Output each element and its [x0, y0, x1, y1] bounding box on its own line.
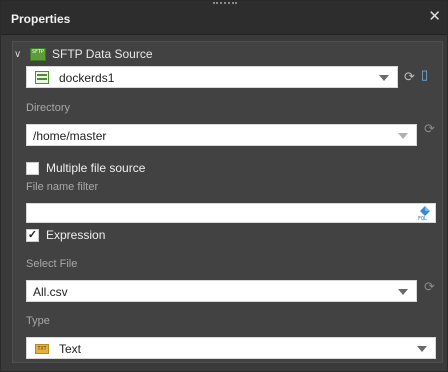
expression-label: Expression	[46, 228, 106, 242]
select-file-value: All.csv	[33, 285, 68, 299]
dropdown-arrow-icon[interactable]	[398, 133, 408, 139]
select-file-select[interactable]: All.csv	[26, 280, 417, 302]
expression-row[interactable]: ✓ Expression	[26, 228, 105, 242]
panel-title: Properties	[11, 12, 71, 26]
sftp-icon: SFTP	[30, 47, 46, 61]
multiple-file-source-row[interactable]: Multiple file source	[26, 161, 145, 175]
expression-checkbox[interactable]: ✓	[26, 228, 39, 242]
panel-content	[12, 41, 443, 363]
refresh-icon[interactable]: ⟳	[424, 279, 435, 295]
dropdown-arrow-icon[interactable]	[417, 346, 427, 352]
multiple-file-source-checkbox[interactable]	[26, 161, 39, 175]
type-value: Text	[59, 342, 82, 356]
dropdown-arrow-icon[interactable]	[398, 289, 408, 295]
section-title: SFTP Data Source	[52, 47, 153, 61]
text-type-icon: TXT	[35, 344, 49, 354]
directory-select[interactable]: /home/master	[26, 124, 417, 146]
file-name-filter-label: File name filter	[26, 181, 99, 193]
add-datasource-icon[interactable]: ▯	[421, 67, 428, 83]
datasource-select[interactable]: dockerds1	[26, 66, 398, 88]
select-file-label: Select File	[26, 258, 78, 270]
section-header-sftp[interactable]: ∨ SFTP SFTP Data Source	[14, 47, 153, 61]
chevron-down-icon[interactable]: ∨	[14, 49, 24, 60]
drag-grip[interactable]	[213, 2, 237, 5]
type-select[interactable]: TXT Text	[26, 337, 436, 359]
datasource-value: dockerds1	[59, 71, 115, 85]
close-icon[interactable]: ✕	[428, 9, 441, 25]
type-label: Type	[26, 315, 50, 327]
refresh-icon[interactable]: ⟳	[424, 121, 435, 137]
directory-label: Directory	[26, 102, 71, 114]
expression-editor-icon[interactable]: FQL	[418, 206, 432, 222]
file-name-filter-input[interactable]: FQL	[26, 203, 436, 223]
refresh-icon[interactable]: ⟳	[404, 69, 415, 85]
properties-panel: Properties ✕ ∨ SFTP SFTP Data Source doc…	[0, 0, 448, 372]
directory-value: /home/master	[33, 129, 107, 143]
multiple-file-source-label: Multiple file source	[46, 161, 146, 175]
datasource-icon	[35, 71, 49, 84]
dropdown-arrow-icon[interactable]	[379, 75, 389, 81]
panel-header: Properties ✕	[1, 1, 447, 35]
